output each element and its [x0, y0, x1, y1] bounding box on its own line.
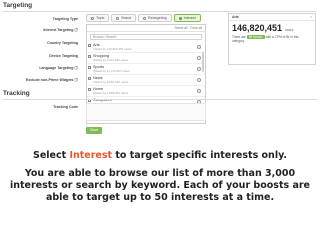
select-clear-links[interactable]: Select all · Clear all	[175, 26, 202, 30]
section-title-tracking: Tracking	[3, 90, 30, 97]
list-item[interactable]: Home Visited by 4,883,931 users	[87, 86, 205, 97]
device-targeting-label: Device Targeting	[49, 54, 78, 58]
tab-label: Brand	[121, 16, 131, 20]
reach-text-before: There are	[232, 35, 246, 39]
reach-card: Arts × 146,820,451 users There are 66 bo…	[228, 13, 316, 65]
interest-count: Visited by 11,713,027 users	[93, 68, 130, 73]
tab-interest[interactable]: Interest	[173, 14, 201, 22]
add-icon[interactable]	[197, 89, 201, 93]
reach-summary: 146,820,451 users	[229, 21, 315, 33]
caption-text: Select	[32, 150, 70, 161]
interest-count: Visited by 146,820,451 users	[93, 46, 132, 51]
caption-heading: Select Interest to target specific inter…	[0, 150, 320, 161]
checkbox-icon[interactable]	[88, 66, 91, 69]
list-item[interactable]: Arts Visited by 146,820,451 users	[87, 42, 205, 53]
checkbox-icon[interactable]	[88, 44, 91, 47]
tab-label: Retargeting	[147, 16, 167, 20]
targeting-type-label: Targeting Type	[52, 17, 78, 21]
language-targeting-label: Language Targeting ⓘ	[39, 66, 78, 70]
add-icon[interactable]	[197, 45, 201, 49]
list-item[interactable]: News Visited by 8,807,187 users	[87, 75, 205, 86]
tab-label: Topic	[96, 16, 105, 20]
tracking-code-label: Tracking Code	[53, 105, 78, 109]
interest-count: Visited by 8,807,187 users	[93, 79, 129, 84]
tracking-code-field[interactable]	[86, 103, 206, 121]
tab-topic[interactable]: Topic	[86, 14, 110, 22]
caption-text: to target specific interests only.	[112, 150, 288, 161]
section-divider	[3, 99, 317, 100]
tab-brand[interactable]: Brand	[111, 14, 136, 22]
reach-description: There are 66 boosts with a CPM of $x in …	[229, 33, 315, 46]
checkbox-icon[interactable]	[88, 88, 91, 91]
interest-selector-header: Select all · Clear all	[87, 25, 205, 32]
interest-targeting-label: Interest Targeting ⓘ	[43, 28, 78, 32]
boosts-badge: 66 boosts	[246, 35, 265, 40]
exclude-widgets-label: Exclude non-Prime Widgets ⓘ	[25, 78, 78, 82]
section-title-targeting: Targeting	[3, 2, 33, 9]
interest-count: Visited by 4,883,931 users	[93, 90, 129, 95]
add-icon[interactable]	[197, 56, 201, 60]
scrollbar[interactable]	[202, 52, 204, 72]
reach-card-title: Arts	[232, 15, 239, 19]
list-item[interactable]: Sports Visited by 11,713,027 users	[87, 64, 205, 75]
radio-icon	[116, 16, 120, 20]
tab-retargeting[interactable]: Retargeting	[137, 14, 172, 22]
list-item[interactable]: Shopping Visited by 2,611,091 users	[87, 53, 205, 64]
interest-search-input[interactable]: Browse / Search	[90, 34, 202, 40]
reach-value: 146,820,451	[232, 23, 283, 33]
radio-icon	[91, 16, 94, 20]
country-targeting-label: Country Targeting	[47, 41, 78, 45]
caption-body: You are able to browse our list of more …	[9, 168, 310, 203]
section-divider	[3, 11, 317, 12]
screenshot-panel: Targeting Targeting Type Interest Target…	[0, 0, 320, 140]
caption-highlight: Interest	[69, 150, 113, 161]
checkbox-icon[interactable]	[88, 77, 91, 80]
interest-count: Visited by 2,611,091 users	[93, 57, 129, 62]
reach-unit: users	[285, 28, 294, 32]
targeting-type-tabs: Topic Brand Retargeting Interest	[86, 14, 201, 22]
radio-icon	[178, 16, 182, 20]
close-icon[interactable]: ×	[310, 15, 312, 19]
add-icon[interactable]	[197, 78, 201, 82]
radio-icon	[142, 16, 146, 20]
reach-card-header: Arts ×	[229, 14, 315, 21]
tab-label: Interest	[183, 16, 196, 20]
checkbox-icon[interactable]	[88, 55, 91, 58]
save-button[interactable]: Save	[86, 127, 103, 134]
add-icon[interactable]	[197, 67, 201, 71]
